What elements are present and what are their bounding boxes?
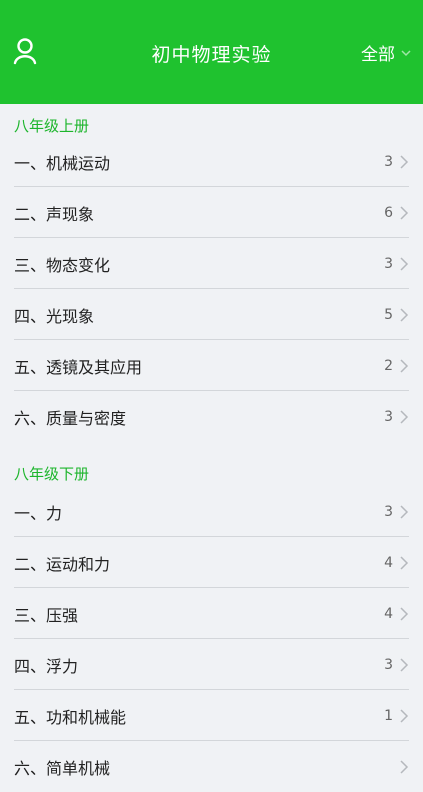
filter-dropdown[interactable]: 全部: [361, 40, 411, 65]
chevron-right-icon: [400, 555, 409, 570]
list-item[interactable]: 五、透镜及其应用 2: [0, 340, 423, 391]
chevron-right-icon: [400, 307, 409, 322]
section-header: 八年级上册: [14, 117, 90, 135]
item-label: 一、力: [14, 503, 63, 523]
item-label: 六、简单机械: [14, 758, 111, 778]
item-count: 3: [384, 656, 393, 673]
list-item[interactable]: 三、压强 4: [0, 588, 423, 639]
chevron-right-icon: [400, 657, 409, 672]
chevron-right-icon: [400, 759, 409, 774]
chevron-right-icon: [400, 708, 409, 723]
list-item[interactable]: 六、质量与密度 3: [0, 391, 423, 442]
chapter-list: 一、机械运动 3 二、声现象 6 三、物态变化 3 四、光现象 5 五、透镜及其…: [0, 136, 423, 442]
item-count: 3: [384, 503, 393, 520]
item-label: 一、机械运动: [14, 153, 111, 173]
list-item[interactable]: 六、简单机械: [0, 741, 423, 792]
item-label: 三、物态变化: [14, 255, 111, 275]
list-item[interactable]: 四、浮力 3: [0, 639, 423, 690]
section-header: 八年级下册: [14, 465, 90, 483]
list-item[interactable]: 三、物态变化 3: [0, 238, 423, 289]
item-count: 2: [384, 357, 393, 374]
item-label: 五、功和机械能: [14, 707, 127, 727]
list-item[interactable]: 五、功和机械能 1: [0, 690, 423, 741]
item-label: 四、光现象: [14, 306, 95, 326]
item-label: 二、声现象: [14, 204, 95, 224]
item-label: 二、运动和力: [14, 554, 111, 574]
list-item[interactable]: 二、声现象 6: [0, 187, 423, 238]
list-item[interactable]: 四、光现象 5: [0, 289, 423, 340]
item-count: 4: [384, 554, 393, 571]
filter-label: 全部: [361, 45, 395, 65]
chevron-right-icon: [400, 256, 409, 271]
page-title: 初中物理实验: [151, 44, 272, 66]
item-label: 五、透镜及其应用: [14, 357, 143, 377]
chevron-right-icon: [400, 154, 409, 169]
chevron-down-icon: [401, 49, 411, 56]
list-item[interactable]: 二、运动和力 4: [0, 537, 423, 588]
item-label: 四、浮力: [14, 656, 79, 676]
item-count: 1: [384, 707, 393, 724]
item-count: 5: [384, 306, 393, 323]
list-item[interactable]: 一、机械运动 3: [0, 136, 423, 187]
chevron-right-icon: [400, 409, 409, 424]
item-label: 三、压强: [14, 605, 79, 625]
chapter-list: 一、力 3 二、运动和力 4 三、压强 4 四、浮力 3 五、功和机械能 1 六…: [0, 486, 423, 792]
item-count: 3: [384, 408, 393, 425]
list-item[interactable]: 一、力 3: [0, 486, 423, 537]
item-label: 六、质量与密度: [14, 408, 127, 428]
chevron-right-icon: [400, 358, 409, 373]
item-count: 3: [384, 153, 393, 170]
item-count: 6: [384, 204, 393, 221]
chevron-right-icon: [400, 606, 409, 621]
item-count: 3: [384, 255, 393, 272]
chevron-right-icon: [400, 504, 409, 519]
item-count: 4: [384, 605, 393, 622]
chevron-right-icon: [400, 205, 409, 220]
top-bar: 初中物理实验 全部: [0, 0, 423, 104]
